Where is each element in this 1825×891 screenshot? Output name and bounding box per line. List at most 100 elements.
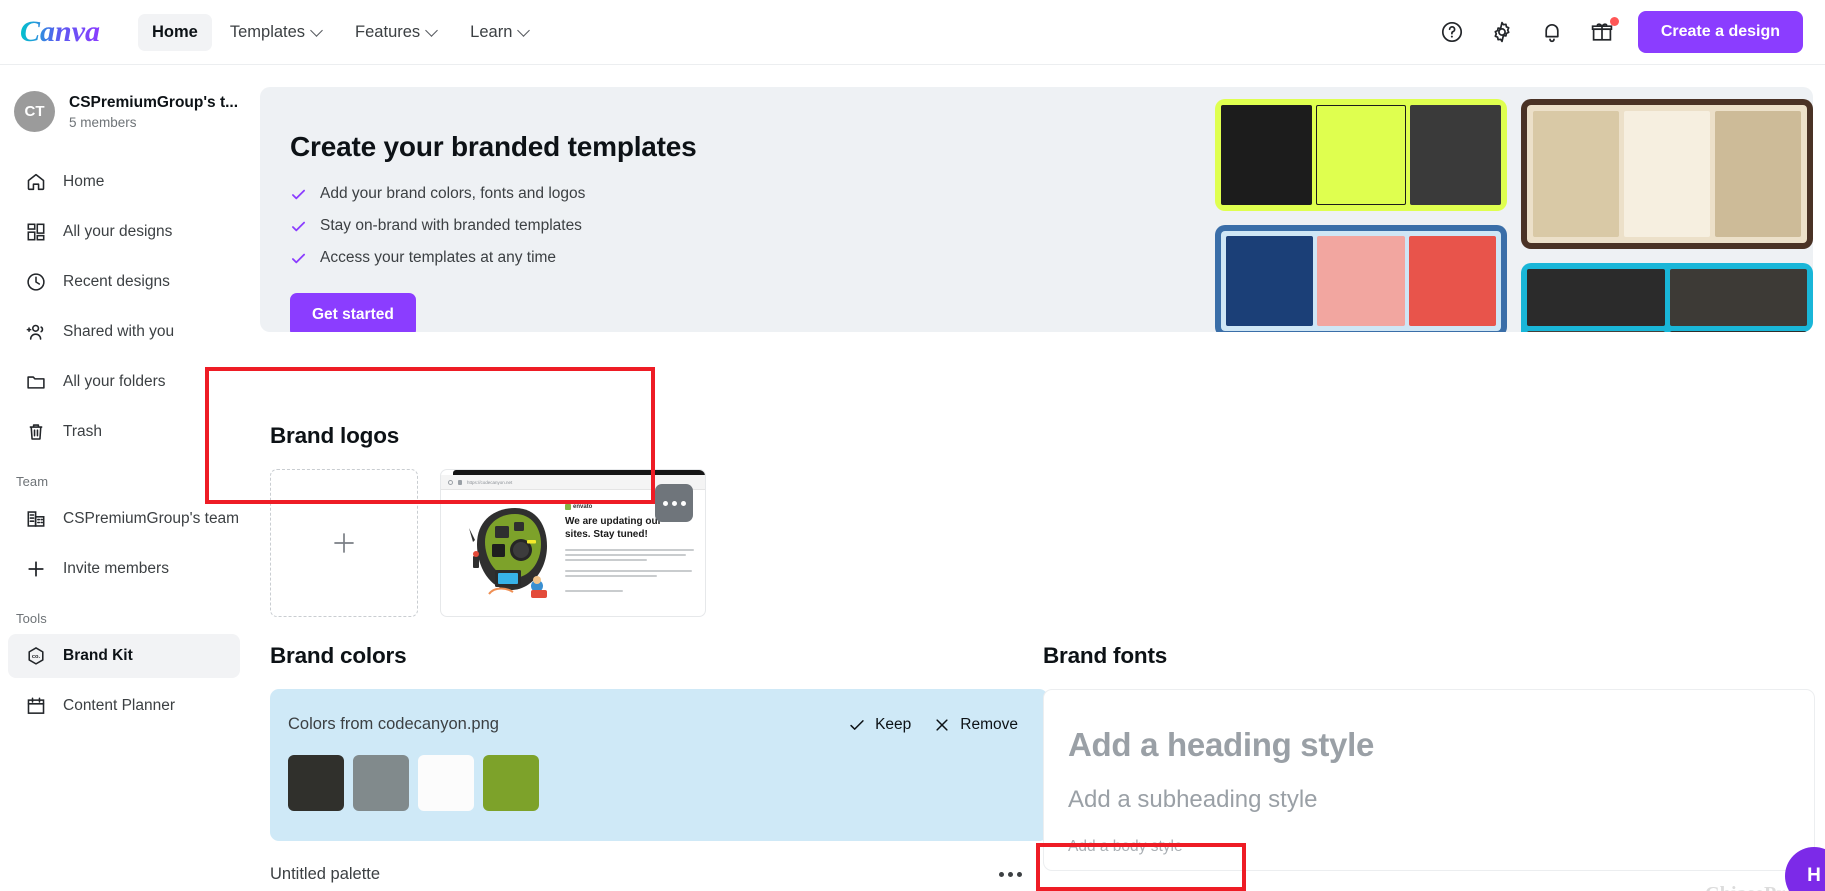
- brand-logos-row: https://codecanyon.net envato We are upd…: [248, 469, 773, 617]
- brand-logo-card[interactable]: https://codecanyon.net envato We are upd…: [440, 469, 706, 617]
- check-icon: [850, 719, 864, 730]
- banner-bullet: Add your brand colors, fonts and logos: [290, 185, 1813, 203]
- banner-bullet-list: Add your brand colors, fonts and logos S…: [290, 185, 1813, 267]
- sidebar-item-invite-members[interactable]: Invite members: [8, 547, 240, 591]
- main-nav: Home Templates Features Learn: [138, 13, 544, 51]
- subheading-style-placeholder[interactable]: Add a subheading style: [1068, 786, 1814, 814]
- chevron-down-icon: [427, 25, 438, 36]
- clock-icon: [24, 271, 47, 294]
- sidebar-item-recent-designs[interactable]: Recent designs: [8, 260, 240, 304]
- chevron-down-icon: [519, 25, 530, 36]
- palette-more-menu-button[interactable]: [999, 872, 1022, 877]
- browser-url: https://codecanyon.net: [467, 479, 513, 485]
- help-circle-icon[interactable]: [1438, 18, 1466, 46]
- lock-icon: [458, 479, 462, 485]
- branded-templates-banner: Create your branded templates Add your b…: [260, 87, 1813, 332]
- sidebar-primary-nav: Home All your designs Recent designs Sha…: [0, 160, 248, 728]
- sidebar-item-all-your-designs-label: All your designs: [63, 223, 173, 240]
- sidebar-item-brand-kit-label: Brand Kit: [63, 647, 133, 664]
- trash-icon: [24, 421, 47, 444]
- color-swatch-row: [270, 734, 1048, 811]
- add-logo-tile[interactable]: [270, 469, 418, 617]
- color-swatch[interactable]: [353, 755, 409, 811]
- gear-icon[interactable]: [1488, 18, 1516, 46]
- color-swatch[interactable]: [418, 755, 474, 811]
- home-icon: [24, 171, 47, 194]
- calendar-icon: [24, 695, 47, 718]
- sidebar-item-content-planner[interactable]: Content Planner: [8, 684, 240, 728]
- banner-bullet: Stay on-brand with branded templates: [290, 217, 1813, 235]
- nav-item-learn-label: Learn: [470, 22, 513, 41]
- keep-colors-label: Keep: [875, 715, 912, 733]
- brand-fonts-panel: Add a heading style Add a subheading sty…: [1043, 689, 1815, 871]
- nav-item-features[interactable]: Features: [341, 14, 452, 51]
- banner-text-block: Create your branded templates Add your b…: [260, 87, 1813, 332]
- sidebar-item-team-label: CSPremiumGroup's team: [63, 510, 240, 527]
- keep-colors-button[interactable]: Keep: [848, 716, 911, 734]
- top-navigation-bar: Canva Home Templates Features Learn Crea…: [0, 0, 1825, 65]
- sidebar-item-shared-with-you[interactable]: Shared with you: [8, 310, 240, 354]
- create-a-design-button[interactable]: Create a design: [1637, 11, 1803, 53]
- avatar: CT: [14, 91, 55, 132]
- sidebar-item-recent-designs-label: Recent designs: [63, 273, 170, 290]
- top-right-actions: Create a design: [1438, 11, 1825, 53]
- brand-logos-section: Brand logos https://codecanyon.net envat…: [248, 423, 773, 617]
- color-swatch[interactable]: [288, 755, 344, 811]
- sidebar-item-shared-with-you-label: Shared with you: [63, 323, 175, 340]
- remove-colors-button[interactable]: Remove: [933, 716, 1018, 734]
- extracted-colors-panel: Colors from codecanyon.png Keep Remove: [270, 689, 1048, 841]
- brand-colors-title: Brand colors: [270, 643, 407, 668]
- brand-fonts-title: Brand fonts: [1043, 643, 1168, 668]
- sidebar-item-home[interactable]: Home: [8, 160, 240, 204]
- sidebar-item-team[interactable]: CSPremiumGroup's team: [8, 497, 240, 541]
- sidebar-group-tools-label: Tools: [16, 611, 47, 626]
- sidebar-item-all-your-designs[interactable]: All your designs: [8, 210, 240, 254]
- extracted-colors-actions: Keep Remove: [848, 716, 1018, 734]
- sidebar-item-invite-members-label: Invite members: [63, 560, 169, 577]
- sidebar-item-all-your-folders-label: All your folders: [63, 373, 166, 390]
- canva-logo[interactable]: Canva: [18, 12, 126, 52]
- shared-users-icon: [24, 321, 47, 344]
- logo-card-headline-2: sites. Stay tuned!: [565, 528, 648, 540]
- left-sidebar: CT CSPremiumGroup's t... 5 members Home …: [0, 65, 248, 891]
- brand-fonts-section: Brand fonts Add a heading style Add a su…: [1043, 643, 1825, 891]
- banner-bullet-label: Add your brand colors, fonts and logos: [320, 185, 586, 202]
- envato-logo-icon: [565, 504, 571, 510]
- sidebar-item-home-label: Home: [63, 173, 105, 190]
- team-switcher[interactable]: CT CSPremiumGroup's t... 5 members: [0, 81, 248, 142]
- nav-item-learn[interactable]: Learn: [456, 14, 544, 51]
- gift-icon[interactable]: [1588, 17, 1619, 46]
- team-name: CSPremiumGroup's t...: [69, 93, 239, 111]
- sidebar-item-all-your-folders[interactable]: All your folders: [8, 360, 240, 404]
- building-icon: [24, 508, 47, 531]
- bell-icon[interactable]: [1538, 18, 1566, 46]
- body-style-placeholder[interactable]: Add a body style: [1068, 838, 1814, 856]
- logo-card-more-menu-button[interactable]: [655, 484, 693, 522]
- chevron-down-icon: [312, 25, 323, 36]
- sidebar-item-brand-kit[interactable]: co. Brand Kit: [8, 634, 240, 678]
- extracted-colors-source-label: Colors from codecanyon.png: [288, 715, 499, 733]
- svg-text:co.: co.: [31, 654, 40, 660]
- team-member-count: 5 members: [69, 114, 137, 130]
- banner-title: Create your branded templates: [290, 131, 697, 162]
- nav-item-templates[interactable]: Templates: [216, 14, 337, 51]
- nav-item-home[interactable]: Home: [138, 13, 212, 51]
- brand-logos-title: Brand logos: [270, 423, 400, 448]
- reload-icon: [448, 479, 453, 485]
- plus-icon: [24, 558, 47, 581]
- color-swatch[interactable]: [483, 755, 539, 811]
- envato-brand-label: envato: [573, 504, 593, 510]
- remove-colors-label: Remove: [960, 715, 1018, 733]
- extracted-colors-header: Colors from codecanyon.png Keep Remove: [270, 689, 1048, 734]
- close-icon: [936, 718, 948, 731]
- sidebar-item-trash[interactable]: Trash: [8, 410, 240, 454]
- banner-bullet-label: Stay on-brand with branded templates: [320, 217, 582, 234]
- gift-badge-dot: [1609, 17, 1619, 26]
- logo-card-body-lines: [565, 549, 697, 592]
- banner-bullet-label: Access your templates at any time: [320, 249, 557, 266]
- sidebar-item-trash-label: Trash: [63, 423, 103, 440]
- heading-style-placeholder[interactable]: Add a heading style: [1068, 726, 1814, 764]
- brand-colors-section: Brand colors Colors from codecanyon.png …: [248, 643, 1048, 884]
- get-started-button[interactable]: Get started: [290, 293, 416, 332]
- check-icon: [290, 218, 307, 235]
